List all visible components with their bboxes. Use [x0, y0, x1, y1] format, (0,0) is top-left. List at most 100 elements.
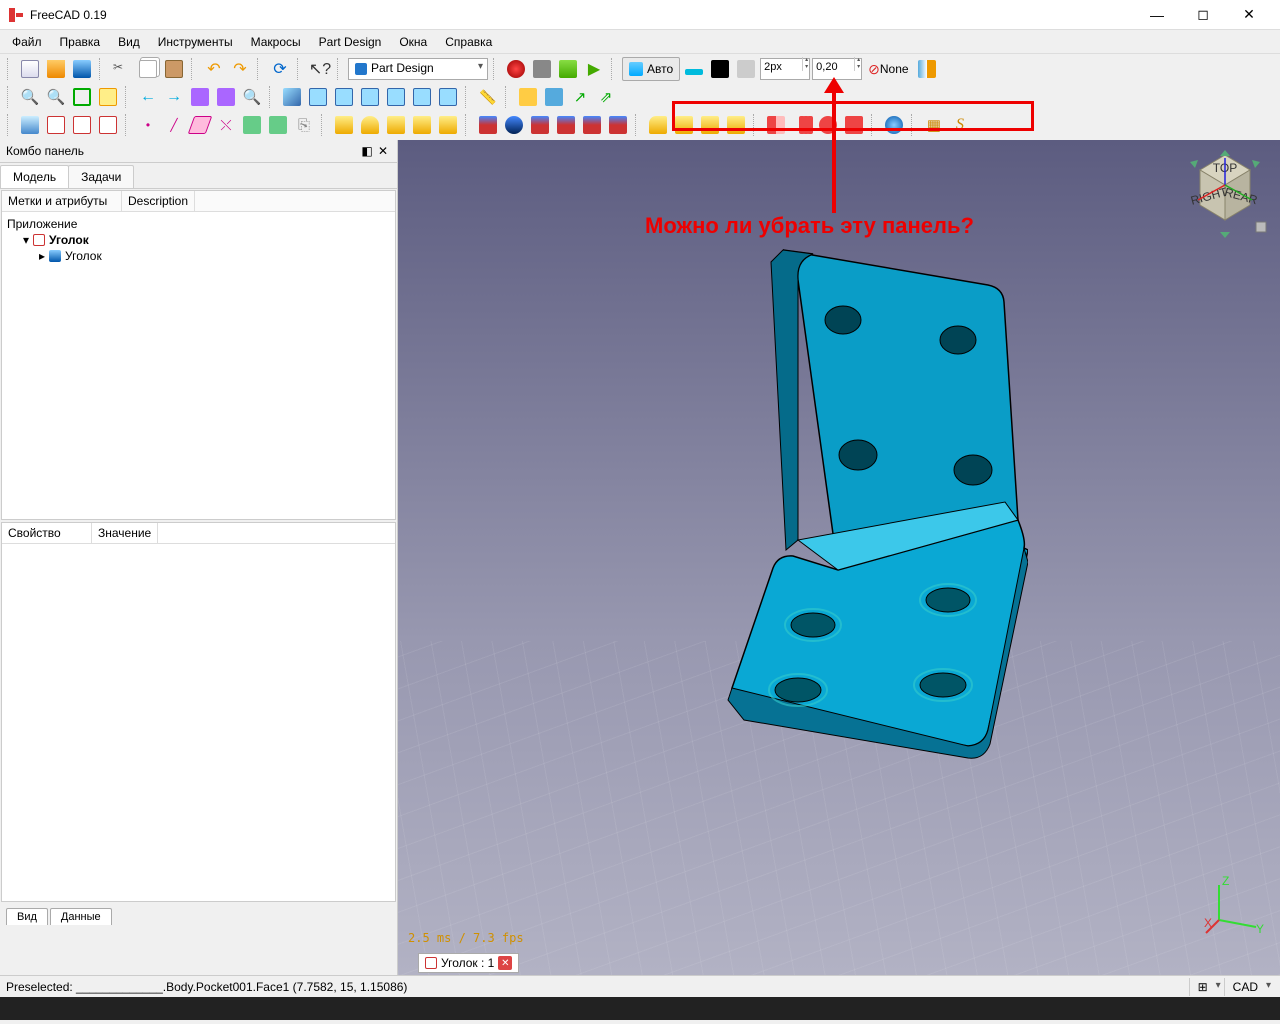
save-doc-button[interactable]: [70, 57, 94, 81]
macro-list-button[interactable]: [556, 57, 580, 81]
close-button[interactable]: ✕: [1226, 0, 1272, 30]
pd-pipe-button[interactable]: [410, 113, 434, 137]
pd-sub-prim-button[interactable]: [606, 113, 630, 137]
status-dimensions[interactable]: ⊞: [1189, 978, 1224, 996]
bounding-box-button[interactable]: [96, 85, 120, 109]
pd-revolution-button[interactable]: [358, 113, 382, 137]
copy-button[interactable]: [136, 57, 160, 81]
draw-style-button[interactable]: [70, 85, 94, 109]
nav-back-button[interactable]: ←: [136, 85, 160, 109]
panel-close-button[interactable]: ✕: [375, 143, 391, 159]
undo-button[interactable]: ↶: [202, 57, 226, 81]
view-top-button[interactable]: [332, 85, 356, 109]
link-make-button[interactable]: ↗: [568, 85, 592, 109]
redo-button[interactable]: ↷: [228, 57, 252, 81]
workbench-selector[interactable]: Part Design: [348, 58, 488, 80]
menu-macros[interactable]: Макросы: [243, 32, 309, 52]
pd-boolean-button[interactable]: [882, 113, 906, 137]
document-tab-close[interactable]: ✕: [498, 956, 512, 970]
pd-body-button[interactable]: [18, 113, 42, 137]
model-tree[interactable]: Метки и атрибуты Description Приложение …: [1, 190, 396, 520]
pd-loft-button[interactable]: [384, 113, 408, 137]
pd-chamfer-button[interactable]: [672, 113, 696, 137]
prop-tab-view[interactable]: Вид: [6, 908, 48, 925]
menu-windows[interactable]: Окна: [391, 32, 435, 52]
pd-datum-cs-button[interactable]: ⤬: [214, 113, 238, 137]
view-right-button[interactable]: [358, 85, 382, 109]
new-doc-button[interactable]: [18, 57, 42, 81]
view-front-button[interactable]: [306, 85, 330, 109]
pd-pocket-button[interactable]: [476, 113, 500, 137]
fit-selection-button[interactable]: 🔍: [44, 85, 68, 109]
draft-linewidth-input[interactable]: 2px: [760, 58, 810, 80]
view-rear-button[interactable]: [384, 85, 408, 109]
refresh-button[interactable]: ⟳: [268, 57, 292, 81]
minimize-button[interactable]: —: [1134, 0, 1180, 30]
draft-autogroup-button[interactable]: [915, 57, 939, 81]
group-button[interactable]: [542, 85, 566, 109]
measure-button[interactable]: 📏: [476, 85, 500, 109]
whatsthis-button[interactable]: ↖?: [308, 57, 332, 81]
panel-float-button[interactable]: ◧: [359, 143, 375, 159]
pd-hole-button[interactable]: [502, 113, 526, 137]
maximize-button[interactable]: ◻: [1180, 0, 1226, 30]
tree-doc[interactable]: ▾ Уголок: [4, 232, 393, 248]
pd-subshapebinder-button[interactable]: [266, 113, 290, 137]
tab-tasks[interactable]: Задачи: [68, 165, 134, 188]
link-select-button[interactable]: 🔍: [240, 85, 264, 109]
pd-mirror-button[interactable]: [764, 113, 788, 137]
status-navigation-style[interactable]: CAD: [1224, 978, 1274, 996]
macro-record-button[interactable]: [504, 57, 528, 81]
draft-fontsize-input[interactable]: 0,20: [812, 58, 862, 80]
view-bottom-button[interactable]: [410, 85, 434, 109]
pd-mapsketch-button[interactable]: [96, 113, 120, 137]
link-go-button[interactable]: [214, 85, 238, 109]
link-actions-button[interactable]: [188, 85, 212, 109]
pd-clone-button[interactable]: ⎘: [292, 113, 316, 137]
menu-help[interactable]: Справка: [437, 32, 500, 52]
document-tab[interactable]: Уголок : 1 ✕: [418, 953, 519, 973]
draft-style-button[interactable]: [682, 57, 706, 81]
macro-stop-button[interactable]: [530, 57, 554, 81]
draft-plane-button[interactable]: Авто: [622, 57, 680, 81]
view-iso-button[interactable]: [280, 85, 304, 109]
pd-subloft-button[interactable]: [554, 113, 578, 137]
menu-edit[interactable]: Правка: [52, 32, 109, 52]
pd-datum-line-button[interactable]: ╱: [162, 113, 186, 137]
pd-additive-prim-button[interactable]: [436, 113, 460, 137]
pd-polarpattern-button[interactable]: [816, 113, 840, 137]
tree-app[interactable]: Приложение: [4, 216, 393, 232]
pd-fillet-button[interactable]: [646, 113, 670, 137]
cut-button[interactable]: ✂: [110, 57, 134, 81]
3d-viewport[interactable]: TOP RIGHT REAR Z Y X 2.5 ms / 7.3 fps Уг…: [398, 140, 1280, 975]
part-button[interactable]: [516, 85, 540, 109]
snap-toggle-button[interactable]: S: [948, 113, 972, 137]
pd-draft-button[interactable]: [698, 113, 722, 137]
pd-sketch-button[interactable]: [44, 113, 68, 137]
nav-fwd-button[interactable]: →: [162, 85, 186, 109]
prop-tab-data[interactable]: Данные: [50, 908, 112, 925]
pd-subpipe-button[interactable]: [580, 113, 604, 137]
grid-toggle-button[interactable]: ▦: [922, 113, 946, 137]
pd-datum-plane-button[interactable]: [188, 113, 212, 137]
paste-button[interactable]: [162, 57, 186, 81]
tree-body[interactable]: ▸ Уголок: [4, 248, 393, 264]
pd-multitransform-button[interactable]: [842, 113, 866, 137]
pd-shapebinder-button[interactable]: [240, 113, 264, 137]
open-doc-button[interactable]: [44, 57, 68, 81]
property-panel[interactable]: Свойство Значение: [1, 522, 396, 902]
menu-view[interactable]: Вид: [110, 32, 148, 52]
pd-pad-button[interactable]: [332, 113, 356, 137]
tab-model[interactable]: Модель: [0, 165, 69, 188]
pd-datum-point-button[interactable]: •: [136, 113, 160, 137]
draft-construction-button[interactable]: ⊘ None: [864, 57, 912, 81]
navigation-cube[interactable]: TOP RIGHT REAR: [1180, 150, 1270, 240]
pd-editsketch-button[interactable]: [70, 113, 94, 137]
draft-color1-button[interactable]: [708, 57, 732, 81]
pd-groove-button[interactable]: [528, 113, 552, 137]
fit-all-button[interactable]: 🔍: [18, 85, 42, 109]
draft-color2-button[interactable]: [734, 57, 758, 81]
view-left-button[interactable]: [436, 85, 460, 109]
menu-file[interactable]: Файл: [4, 32, 50, 52]
pd-linpattern-button[interactable]: [790, 113, 814, 137]
